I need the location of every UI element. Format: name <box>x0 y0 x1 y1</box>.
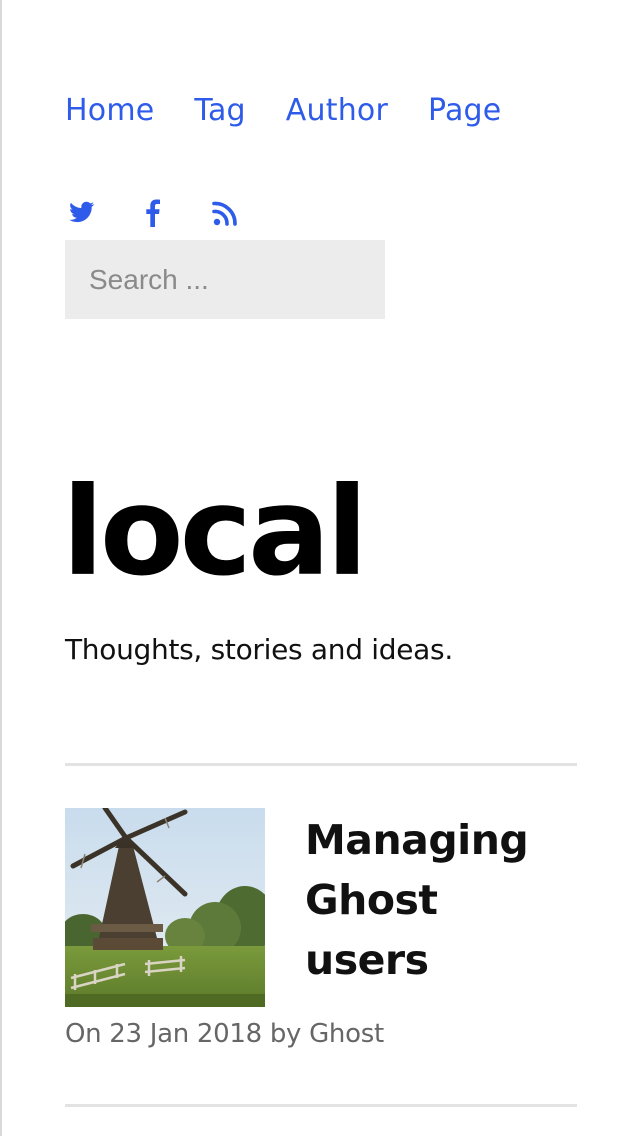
post-title-line: Ghost <box>305 876 438 924</box>
main-nav: Home Tag Author Page <box>65 88 541 132</box>
nav-link-author[interactable]: Author <box>286 93 388 128</box>
post-meta: On 23 Jan 2018 by Ghost <box>65 1019 384 1049</box>
nav-link-home[interactable]: Home <box>65 93 154 128</box>
page-left-border <box>0 0 2 1136</box>
post-thumbnail[interactable] <box>65 808 265 1007</box>
windmill-photo <box>65 808 265 1007</box>
twitter-icon[interactable] <box>65 197 97 229</box>
rss-icon[interactable] <box>209 197 241 229</box>
search-input[interactable] <box>65 240 385 319</box>
post-title[interactable]: Managing Ghost users <box>305 810 585 990</box>
social-links <box>65 196 281 230</box>
post-title-line: Managing <box>305 816 529 864</box>
nav-link-page[interactable]: Page <box>428 93 501 128</box>
facebook-icon[interactable] <box>137 197 169 229</box>
site-description: Thoughts, stories and ideas. <box>65 633 453 666</box>
post-title-line: users <box>305 936 429 984</box>
divider <box>65 1104 577 1107</box>
site-title: local <box>62 461 368 603</box>
nav-link-tag[interactable]: Tag <box>194 93 245 128</box>
divider <box>65 763 577 766</box>
post-card: Managing Ghost users <box>65 808 577 1008</box>
